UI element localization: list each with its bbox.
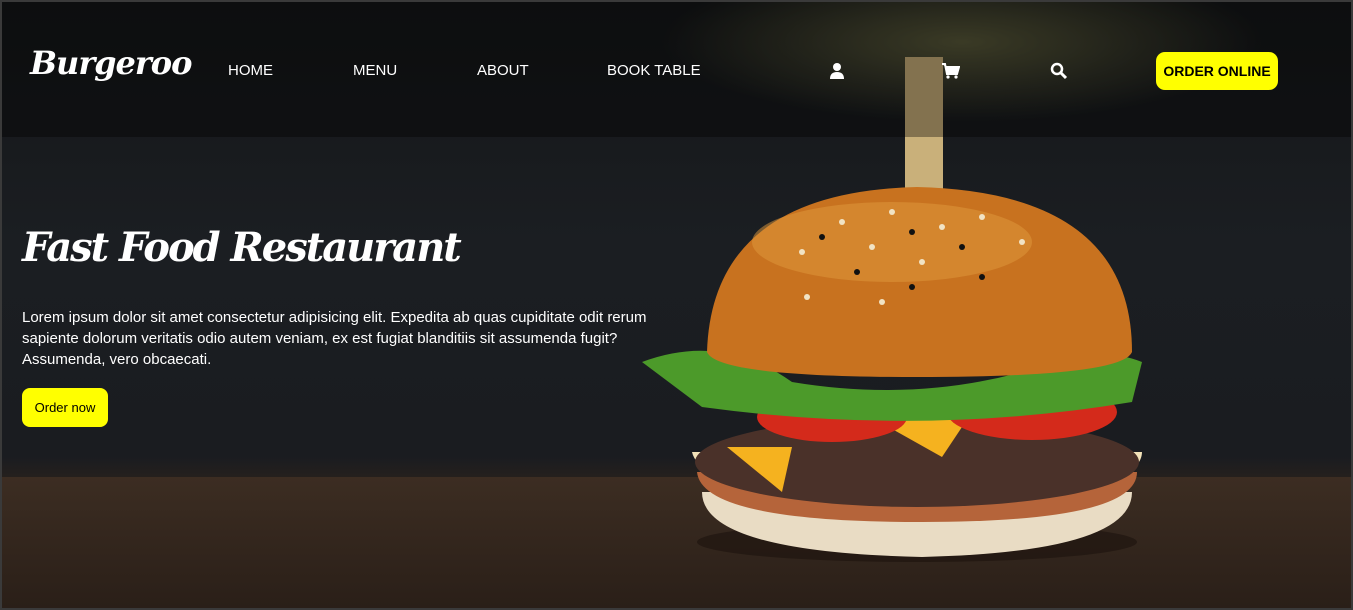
nav-about[interactable]: ABOUT xyxy=(477,62,529,79)
nav-home[interactable]: HOME xyxy=(228,62,273,79)
hero-description: Lorem ipsum dolor sit amet consectetur a… xyxy=(22,309,647,368)
hero-section: Burgeroo HOME MENU ABOUT BOOK TABLE ORDE… xyxy=(0,0,1353,610)
user-icon[interactable] xyxy=(828,62,846,80)
hero-title: Fast Food Restaurant xyxy=(22,224,462,271)
order-online-button[interactable]: ORDER ONLINE xyxy=(1156,52,1278,90)
brand-logo[interactable]: Burgeroo xyxy=(30,44,192,82)
order-now-button[interactable]: Order now xyxy=(22,388,108,427)
cart-icon[interactable] xyxy=(942,62,960,80)
nav-book-table[interactable]: BOOK TABLE xyxy=(607,62,701,79)
search-icon[interactable] xyxy=(1050,62,1068,80)
navbar: Burgeroo HOME MENU ABOUT BOOK TABLE ORDE… xyxy=(2,2,1351,137)
nav-menu[interactable]: MENU xyxy=(353,62,397,79)
